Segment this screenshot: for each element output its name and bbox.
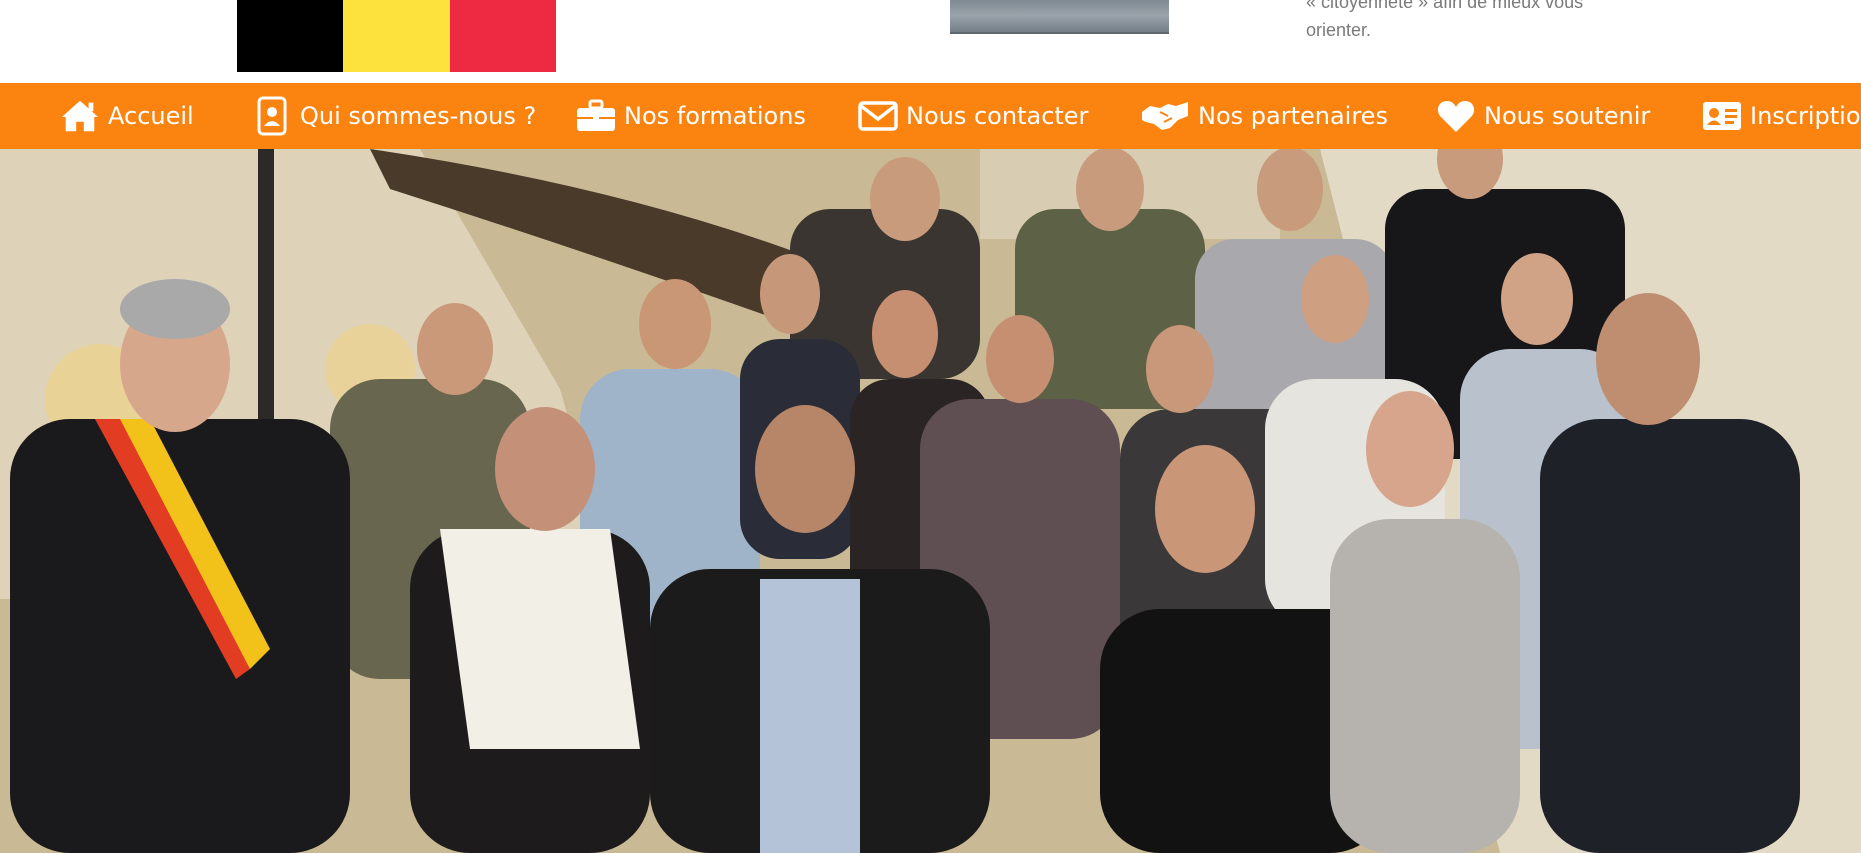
id-badge-icon <box>252 96 292 136</box>
handshake-icon <box>1140 96 1190 136</box>
group-photo-illustration <box>0 149 1861 853</box>
nav-label-nos-partenaires: Nos partenaires <box>1198 102 1388 130</box>
envelope-icon <box>858 96 898 136</box>
nav-label-accueil: Accueil <box>108 102 194 130</box>
excerpt-line-2: orienter. <box>1306 20 1372 40</box>
home-icon <box>60 96 100 136</box>
nav-label-nous-contacter: Nous contacter <box>906 102 1089 130</box>
nav-label-nous-soutenir: Nous soutenir <box>1484 102 1651 130</box>
nav-item-nous-soutenir[interactable]: Nous soutenir <box>1436 83 1650 149</box>
nav-label-nos-formations: Nos formations <box>624 102 806 130</box>
nav-item-nos-partenaires[interactable]: Nos partenaires <box>1140 83 1388 149</box>
heart-icon <box>1436 96 1476 136</box>
article-thumbnail[interactable] <box>950 0 1169 34</box>
nav-item-qui-sommes-nous[interactable]: Qui sommes-nous ? <box>252 83 536 149</box>
nav-item-nos-formations[interactable]: Nos formations <box>576 83 806 149</box>
nav-label-inscription: Inscription <box>1750 102 1861 130</box>
briefcase-icon <box>576 96 616 136</box>
flag-black-band <box>237 0 344 72</box>
id-card-icon <box>1702 96 1742 136</box>
nav-item-nous-contacter[interactable]: Nous contacter <box>858 83 1088 149</box>
excerpt-line-1: « citoyenneté » afin de mieux vous <box>1306 0 1584 12</box>
hero-group-photo <box>0 149 1861 853</box>
belgian-flag-logo[interactable] <box>237 0 556 72</box>
nav-item-inscription[interactable]: Inscription <box>1702 83 1861 149</box>
flag-yellow-band <box>343 0 450 72</box>
nav-label-qui-sommes-nous: Qui sommes-nous ? <box>300 102 537 130</box>
top-header: « citoyenneté » afin de mieux vous orien… <box>0 0 1861 83</box>
main-navigation: Accueil Qui sommes-nous ? Nos formations… <box>0 83 1861 149</box>
article-excerpt: « citoyenneté » afin de mieux vous orien… <box>1306 0 1626 44</box>
flag-red-band <box>449 0 556 72</box>
nav-item-accueil[interactable]: Accueil <box>60 83 194 149</box>
